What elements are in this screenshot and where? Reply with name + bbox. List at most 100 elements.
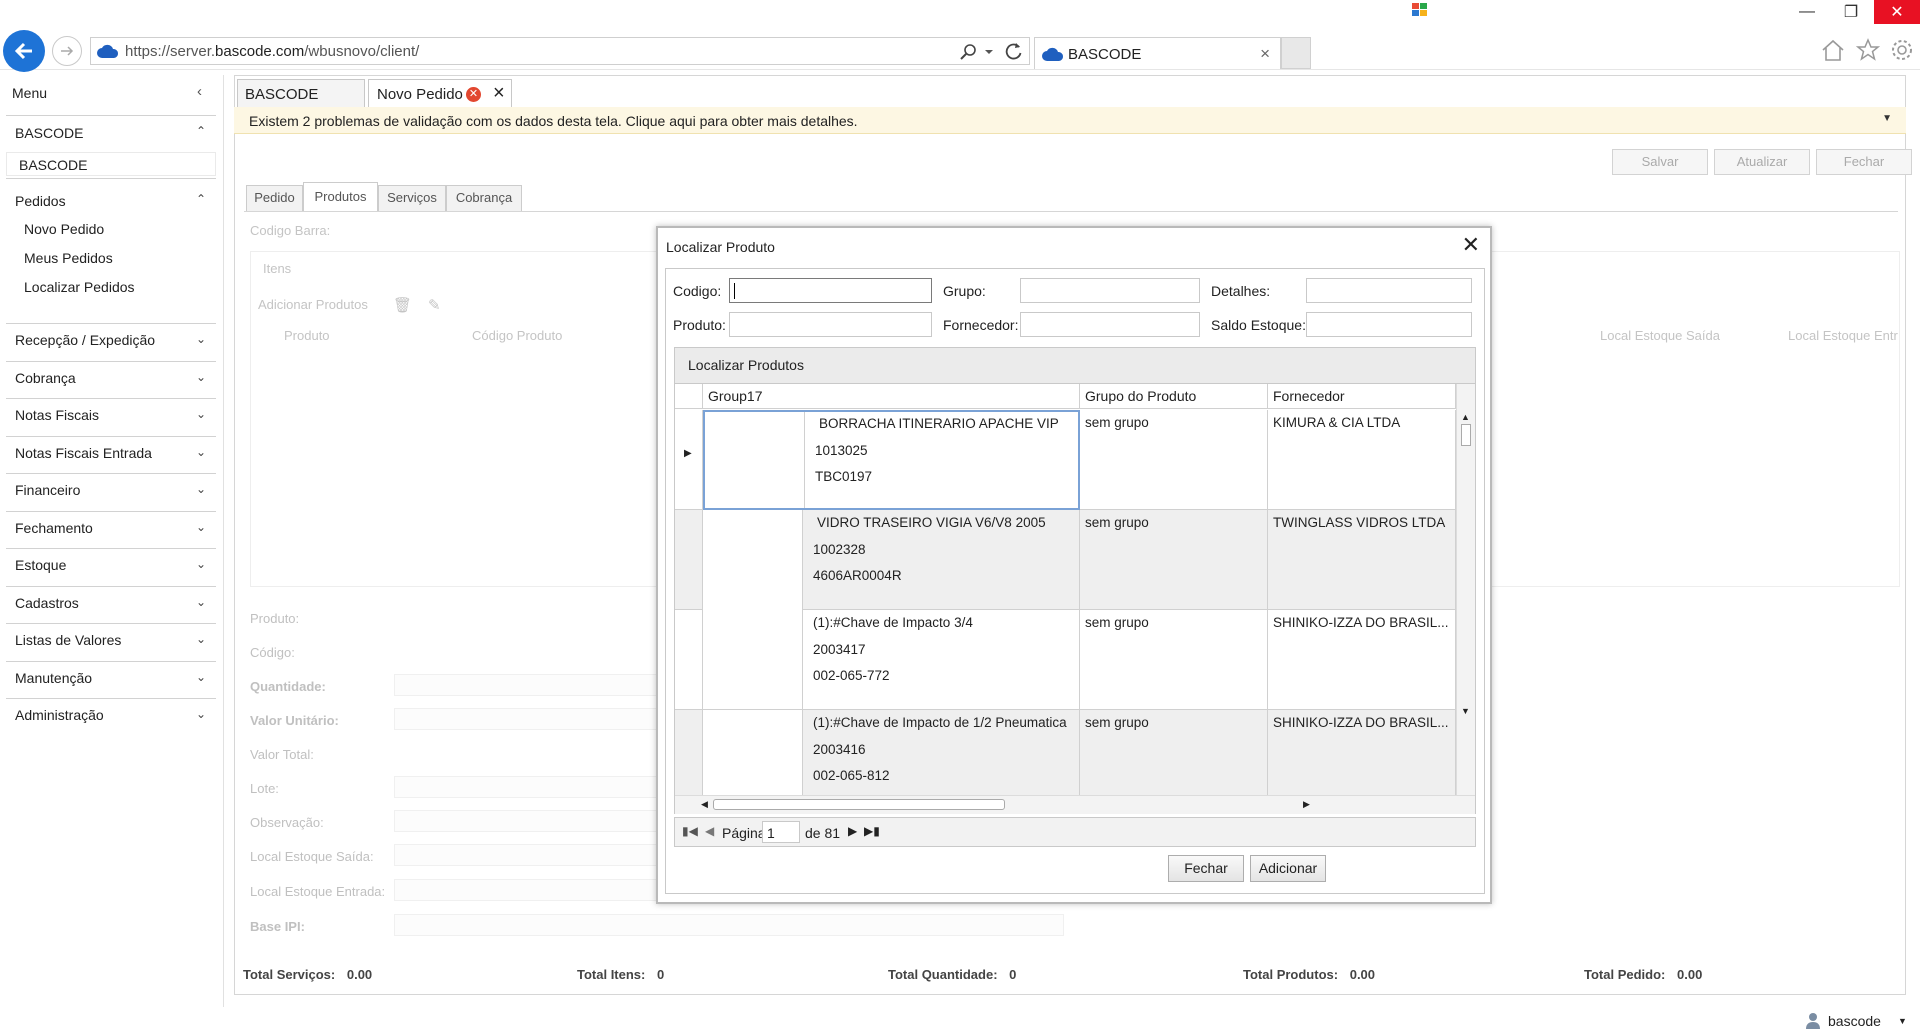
sidebar-section-notas-fiscais[interactable]: Notas Fiscais ⌄ — [6, 398, 216, 431]
product-supplier: TWINGLASS VIDROS LTDA — [1268, 510, 1456, 610]
sidebar-section-notas-fiscais-entrada[interactable]: Notas Fiscais Entrada ⌄ — [6, 436, 216, 469]
table-row[interactable]: (1):#Chave de Impacto de 1/2 Pneumatica … — [675, 710, 1456, 795]
column-grupo-produto[interactable]: Grupo do Produto — [1080, 384, 1268, 409]
edit-icon[interactable]: ✎ — [428, 296, 441, 314]
sidebar-section-cadastros[interactable]: Cadastros ⌄ — [6, 586, 216, 619]
current-row-icon: ▶ — [684, 448, 692, 459]
update-button[interactable]: Atualizar — [1714, 149, 1810, 175]
product-group: sem grupo — [1080, 410, 1268, 510]
product-cell[interactable]: VIDRO TRASEIRO VIGIA V6/V8 2005 1002328 … — [703, 510, 1080, 610]
vertical-scroll-thumb[interactable] — [1461, 424, 1471, 446]
back-button[interactable] — [3, 30, 45, 72]
first-page-icon[interactable]: ▮◀ — [682, 824, 698, 838]
grid-title-bar: Localizar Produtos — [675, 348, 1475, 384]
sidebar-item-bascode[interactable]: BASCODE — [6, 152, 216, 176]
product-cell[interactable]: (1):#Chave de Impacto de 1/2 Pneumatica … — [703, 710, 1080, 795]
chevron-down-icon: ⌄ — [195, 557, 206, 571]
sidebar-section-estoque[interactable]: Estoque ⌄ — [6, 548, 216, 581]
page-tab-novo-pedido[interactable]: Novo Pedido ✕ × — [368, 79, 512, 108]
saldo-estoque-input[interactable] — [1306, 312, 1472, 337]
fornecedor-input[interactable] — [1020, 312, 1200, 337]
row-selector[interactable] — [675, 610, 703, 710]
text-cursor — [734, 283, 735, 299]
sidebar-section-financeiro[interactable]: Financeiro ⌄ — [6, 473, 216, 506]
sidebar-item-localizar-pedidos[interactable]: Localizar Pedidos — [6, 273, 216, 302]
next-page-icon[interactable]: ▶ — [848, 824, 857, 838]
restore-button[interactable]: ❐ — [1829, 0, 1873, 24]
sidebar-section-cobranca[interactable]: Cobrança ⌄ — [6, 361, 216, 394]
forward-button[interactable] — [52, 36, 82, 66]
sidebar-section-recepcao[interactable]: Recepção / Expedição ⌄ — [6, 323, 216, 356]
home-icon[interactable] — [1820, 38, 1846, 62]
horizontal-scroll-thumb[interactable] — [713, 799, 1005, 810]
tab-servicos[interactable]: Serviços — [378, 185, 446, 211]
add-products-button[interactable]: Adicionar Produtos — [258, 297, 368, 312]
sidebar-section-bascode[interactable]: BASCODE ⌃ — [6, 115, 216, 148]
row-selector[interactable] — [675, 510, 703, 610]
tab-close-icon[interactable]: × — [1260, 44, 1270, 64]
sidebar-section-fechamento[interactable]: Fechamento ⌄ — [6, 511, 216, 544]
trash-icon[interactable]: 🗑 — [393, 296, 412, 314]
gear-icon[interactable] — [1890, 38, 1914, 62]
page-tab-bascode[interactable]: BASCODE — [237, 79, 365, 108]
product-cell[interactable]: (1):#Chave de Impacto 3/4 2003417 002-06… — [703, 610, 1080, 710]
table-row[interactable]: (1):#Chave de Impacto 3/4 2003417 002-06… — [675, 610, 1456, 710]
previous-page-icon[interactable]: ◀ — [705, 824, 714, 838]
chevron-down-icon[interactable]: ▼ — [1898, 1016, 1907, 1026]
sidebar-item-novo-pedido[interactable]: Novo Pedido — [6, 215, 216, 244]
product-supplier: KIMURA & CIA LTDA — [1268, 410, 1456, 510]
user-name[interactable]: bascode — [1828, 1013, 1881, 1029]
codigo-input[interactable] — [729, 278, 932, 303]
produto-input[interactable] — [729, 312, 932, 337]
sidebar-item-meus-pedidos[interactable]: Meus Pedidos — [6, 244, 216, 273]
grupo-input[interactable] — [1020, 278, 1200, 303]
sidebar-section-manutencao[interactable]: Manutenção ⌄ — [6, 661, 216, 694]
product-grid: Localizar Produtos Group17 Grupo do Prod… — [674, 347, 1476, 814]
chevron-down-icon: ⌄ — [195, 370, 206, 384]
save-button[interactable]: Salvar — [1612, 149, 1708, 175]
row-selector[interactable] — [675, 710, 703, 795]
dialog-close-button[interactable]: Fechar — [1168, 855, 1244, 882]
window-close-button[interactable]: ✕ — [1874, 0, 1920, 24]
tab-produtos[interactable]: Produtos — [303, 182, 378, 212]
minimize-button[interactable]: — — [1785, 0, 1829, 24]
product-code: 2003416 — [813, 742, 866, 757]
browser-tab[interactable]: BASCODE × — [1034, 37, 1281, 69]
search-dropdown-icon[interactable] — [959, 43, 995, 61]
close-button[interactable]: Fechar — [1816, 149, 1912, 175]
table-row[interactable]: VIDRO TRASEIRO VIGIA V6/V8 2005 1002328 … — [675, 510, 1456, 610]
scroll-down-icon[interactable]: ▼ — [1461, 706, 1470, 716]
row-selector[interactable]: ▶ — [675, 410, 703, 510]
tab-close-icon[interactable]: × — [493, 82, 505, 105]
column-fornecedor[interactable]: Fornecedor — [1268, 384, 1456, 409]
chevron-down-icon: ⌄ — [195, 520, 206, 534]
product-cell[interactable]: BORRACHA ITINERARIO APACHE VIP 1013025 T… — [703, 410, 1080, 510]
scroll-up-icon[interactable]: ▲ — [1461, 412, 1470, 422]
tab-pedido[interactable]: Pedido — [246, 185, 303, 211]
scroll-left-icon[interactable]: ◀ — [701, 799, 708, 810]
scroll-right-icon[interactable]: ▶ — [1303, 799, 1310, 810]
validation-warning-bar[interactable]: Existem 2 problemas de validação com os … — [234, 107, 1906, 134]
sidebar-section-listas-de-valores[interactable]: Listas de Valores ⌄ — [6, 623, 216, 656]
address-bar[interactable]: https://server.bascode.com/wbusnovo/clie… — [90, 37, 1030, 65]
sidebar-section-administracao[interactable]: Administração ⌄ — [6, 698, 216, 731]
tab-cobranca[interactable]: Cobrança — [446, 185, 522, 211]
detalhes-input[interactable] — [1306, 278, 1472, 303]
page-number-input[interactable]: 1 — [762, 821, 800, 843]
column-group17[interactable]: Group17 — [703, 384, 1080, 409]
error-icon: ✕ — [466, 87, 481, 102]
table-row[interactable]: ▶ BORRACHA ITINERARIO APACHE VIP 1013025… — [675, 410, 1456, 510]
base-ipi-input[interactable] — [394, 914, 1064, 936]
new-tab-button[interactable] — [1281, 37, 1311, 69]
dialog-add-button[interactable]: Adicionar — [1250, 855, 1326, 882]
vertical-scrollbar[interactable]: ▲ ▼ — [1456, 384, 1475, 795]
last-page-icon[interactable]: ▶▮ — [864, 824, 880, 838]
field-label-local-estoque-saida: Local Estoque Saída: — [250, 849, 374, 864]
collapse-sidebar-icon[interactable]: ‹ — [197, 83, 202, 100]
refresh-icon[interactable] — [1005, 42, 1023, 60]
dialog-close-icon[interactable]: ✕ — [1462, 232, 1480, 258]
horizontal-scrollbar[interactable]: ◀ ▶ — [675, 795, 1475, 814]
total-itens: Total Itens: 0 — [577, 967, 665, 982]
favorites-star-icon[interactable] — [1856, 38, 1880, 62]
sidebar-section-pedidos[interactable]: Pedidos ⌃ — [6, 178, 216, 211]
